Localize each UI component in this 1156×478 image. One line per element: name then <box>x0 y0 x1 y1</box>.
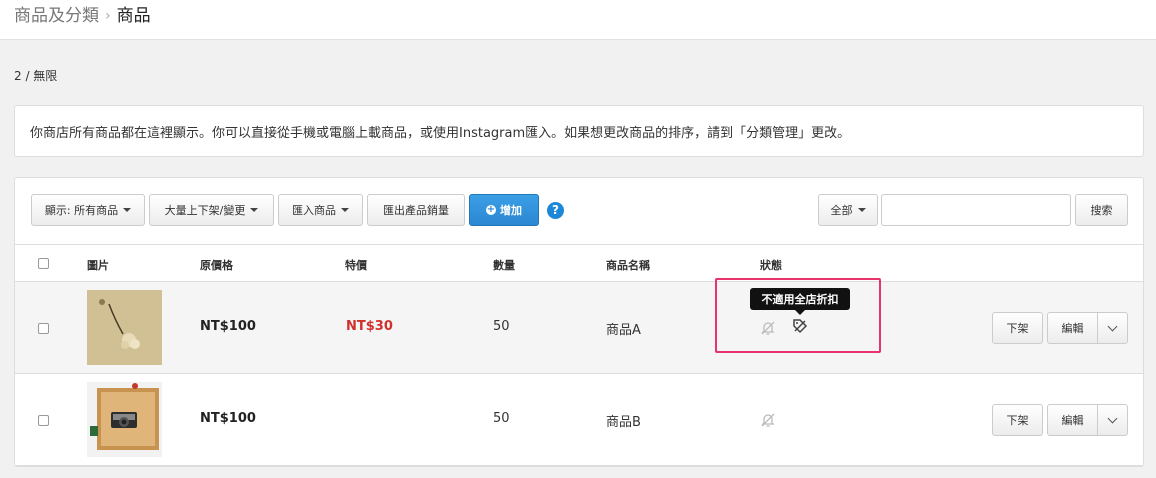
scope-label: 全部 <box>830 204 853 217</box>
search-input[interactable] <box>881 194 1071 226</box>
products-panel: 顯示: 所有商品 大量上下架/變更 匯入商品 匯出產品銷量 + 增加 ? 全部 搜… <box>14 177 1144 467</box>
header-price: 原價格 <box>200 259 233 272</box>
search-button[interactable]: 搜索 <box>1075 194 1128 226</box>
product-price: NT$100 <box>200 411 256 426</box>
discount-off-icon[interactable] <box>791 317 809 335</box>
top-bar: 商品及分類 › 商品 <box>0 0 1156 40</box>
unpublish-button[interactable]: 下架 <box>992 404 1043 436</box>
caret-down-icon <box>341 208 349 212</box>
bell-off-icon[interactable] <box>759 319 777 337</box>
row-checkbox[interactable] <box>38 323 49 334</box>
edit-label: 編輯 <box>1061 322 1084 335</box>
header-name: 商品名稱 <box>606 259 650 272</box>
edit-button[interactable]: 編輯 <box>1047 404 1098 436</box>
more-actions-dropdown[interactable] <box>1097 404 1128 436</box>
table-header: 圖片 原價格 特價 數量 商品名稱 狀態 <box>15 244 1143 282</box>
export-sales-button[interactable]: 匯出產品銷量 <box>367 194 465 226</box>
product-sale-price: NT$30 <box>346 319 393 334</box>
product-thumbnail[interactable] <box>87 290 162 365</box>
breadcrumb-parent[interactable]: 商品及分類 <box>14 5 99 27</box>
plus-icon: + <box>486 204 496 215</box>
filter-dropdown[interactable]: 顯示: 所有商品 <box>31 194 145 226</box>
tooltip-text: 不適用全店折扣 <box>761 293 839 306</box>
import-dropdown[interactable]: 匯入商品 <box>278 194 363 226</box>
info-box: 你商店所有商品都在這裡顯示。你可以直接從手機或電腦上載商品，或使用Instagr… <box>14 105 1144 157</box>
breadcrumb: 商品及分類 › 商品 <box>14 5 151 27</box>
more-actions-dropdown[interactable] <box>1097 312 1128 344</box>
tooltip-arrow <box>795 310 805 315</box>
export-label: 匯出產品銷量 <box>383 204 449 217</box>
breadcrumb-separator-icon: › <box>105 8 111 24</box>
help-icon[interactable]: ? <box>547 202 564 219</box>
bulk-action-dropdown[interactable]: 大量上下架/變更 <box>149 194 274 226</box>
caret-down-icon <box>857 208 866 212</box>
product-qty: 50 <box>493 319 510 334</box>
table-row: NT$100 50 商品B 下架 編輯 <box>15 374 1143 466</box>
unpublish-button[interactable]: 下架 <box>992 312 1043 344</box>
edit-button[interactable]: 編輯 <box>1047 312 1098 344</box>
select-all-checkbox[interactable] <box>38 258 49 269</box>
chevron-down-icon <box>1107 321 1118 331</box>
import-label: 匯入商品 <box>292 204 336 217</box>
search-label: 搜索 <box>1090 204 1113 217</box>
header-status: 狀態 <box>760 259 782 272</box>
add-product-button[interactable]: + 增加 <box>469 194 539 226</box>
info-text: 你商店所有商品都在這裡顯示。你可以直接從手機或電腦上載商品，或使用Instagr… <box>30 125 851 141</box>
header-qty: 數量 <box>493 259 515 272</box>
add-label: 增加 <box>500 204 522 217</box>
product-name[interactable]: 商品B <box>606 411 641 430</box>
edit-label: 編輯 <box>1061 414 1084 427</box>
filter-label: 顯示: 所有商品 <box>44 204 119 217</box>
breadcrumb-current: 商品 <box>116 6 151 26</box>
caret-down-icon <box>123 208 132 212</box>
header-image: 圖片 <box>87 259 109 272</box>
row-checkbox[interactable] <box>38 415 49 426</box>
product-thumbnail[interactable] <box>87 382 162 457</box>
bell-off-icon[interactable] <box>759 411 777 429</box>
unpublish-label: 下架 <box>1006 322 1029 335</box>
unpublish-label: 下架 <box>1006 414 1029 427</box>
product-qty: 50 <box>493 411 510 426</box>
caret-down-icon <box>250 208 259 212</box>
product-name[interactable]: 商品A <box>606 319 641 338</box>
product-price: NT$100 <box>200 319 256 334</box>
discount-tooltip: 不適用全店折扣 <box>750 288 850 310</box>
product-count: 2 / 無限 <box>14 69 58 83</box>
table-row: NT$100 NT$30 50 商品A 下架 編輯 <box>15 282 1143 374</box>
search-scope-dropdown[interactable]: 全部 <box>818 194 878 226</box>
chevron-down-icon <box>1107 413 1118 423</box>
bulk-label: 大量上下架/變更 <box>164 204 246 217</box>
header-sale: 特價 <box>345 259 367 272</box>
